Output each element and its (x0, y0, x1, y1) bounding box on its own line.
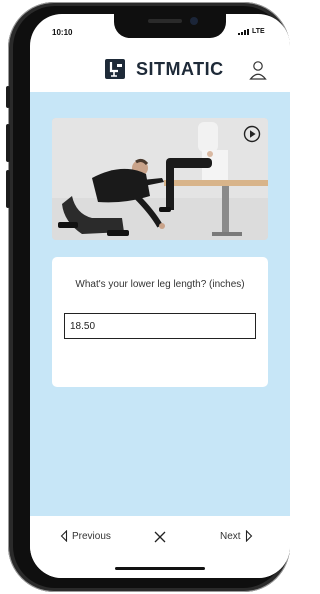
phone-side-button (6, 86, 10, 108)
home-indicator[interactable] (115, 567, 205, 570)
chevron-left-icon (60, 530, 68, 542)
instruction-video[interactable] (52, 118, 268, 240)
video-thumbnail (52, 118, 268, 240)
bottom-navigation: Previous Next (30, 516, 290, 578)
sitmatic-chair-logo-icon (105, 59, 125, 79)
brand-logo: SITMATIC (104, 58, 224, 80)
user-icon[interactable] (249, 60, 267, 80)
play-circle-icon[interactable] (243, 125, 261, 143)
brand-name: SITMATIC (136, 58, 224, 79)
phone-screen: 10:10 LTE SITMATIC What's your lower leg… (30, 14, 290, 578)
close-icon[interactable] (153, 530, 167, 544)
next-button[interactable]: Next (220, 530, 253, 542)
previous-label: Previous (72, 530, 111, 542)
previous-button[interactable]: Previous (60, 530, 111, 542)
app-header: SITMATIC (30, 52, 290, 92)
chevron-right-icon (245, 530, 252, 542)
content-area: What's your lower leg length? (inches) (30, 92, 290, 516)
next-label: Next (220, 530, 241, 542)
question-label: What's your lower leg length? (inches) (75, 279, 245, 290)
speaker (148, 19, 182, 23)
question-card: What's your lower leg length? (inches) (52, 257, 268, 387)
phone-side-button (6, 170, 10, 208)
status-time: 10:10 (52, 28, 73, 37)
front-camera (190, 17, 198, 25)
notch (114, 14, 226, 38)
signal-indicator: LTE (238, 28, 265, 35)
lower-leg-length-input[interactable] (64, 313, 256, 339)
network-label: LTE (252, 28, 265, 35)
phone-side-button (6, 124, 10, 162)
